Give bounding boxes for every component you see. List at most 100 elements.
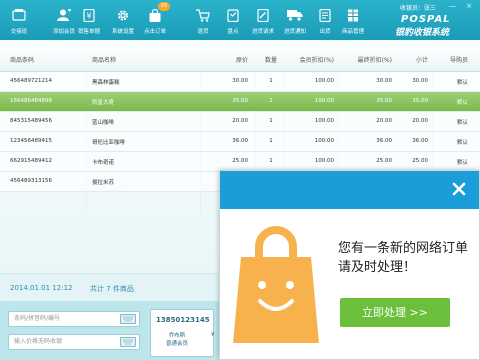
- cell-guide: 默认: [456, 100, 468, 106]
- brand-logo: POSPAL 银豹收银系统: [393, 14, 473, 38]
- cell-qty: 1: [269, 158, 273, 164]
- table-row[interactable]: 845315489456 蓝山咖啡 20.00 1 100.00 20.00 20.00 默认: [0, 112, 480, 132]
- cell-code: 156486484898: [10, 98, 52, 104]
- popup-header: [220, 171, 479, 209]
- order-total-count: 共计 7 件商品: [90, 285, 134, 293]
- cell-code: 123456489415: [10, 138, 52, 144]
- toolbar-item-label: 交接班: [10, 29, 28, 35]
- cashier-name: 收银员：张三: [399, 5, 436, 12]
- cell-discount: 30.00: [376, 78, 392, 84]
- product-manage-icon: [348, 9, 358, 22]
- minimize-button[interactable]: —: [449, 2, 456, 10]
- cell-code: 662915489412: [10, 158, 52, 164]
- close-icon[interactable]: [451, 181, 467, 197]
- member-name: 乔布斯: [168, 333, 186, 339]
- cell-member-price: 100.00: [314, 98, 334, 104]
- sales-receipt-icon: ¥: [83, 9, 95, 22]
- cell-qty: 1: [269, 138, 273, 144]
- cart-return-icon: [196, 9, 210, 22]
- cell-code: 456489313156: [10, 178, 52, 184]
- add-member-icon: [57, 9, 71, 21]
- toolbar-item-label: 商品管理: [341, 29, 364, 35]
- cell-subtotal: 36.00: [412, 138, 428, 144]
- cell-name: 凯星大奇: [92, 100, 115, 106]
- price-input-placeholder: 输入价格无码收银: [14, 338, 63, 345]
- toolbar-product-manage-button[interactable]: 商品管理: [338, 0, 368, 40]
- member-tag: 乔布斯 普通会员: [166, 332, 188, 348]
- table-row[interactable]: 156486484898 凯星大奇 35.00 1 100.00 35.00 35.00 默认: [0, 92, 480, 112]
- cell-member-price: 100.00: [314, 118, 334, 124]
- cell-price: 20.00: [232, 118, 248, 124]
- keyboard-icon[interactable]: [120, 314, 136, 324]
- cell-name: 卡布奇诺: [92, 160, 115, 166]
- stock-out-icon: [319, 9, 331, 22]
- shopping-bag-icon: [233, 226, 319, 343]
- cell-code: 456489721214: [10, 78, 52, 84]
- toolbar-sales-receipt-button[interactable]: ¥ 销售单据: [74, 0, 104, 40]
- cell-name: 哥伦比亚咖啡: [92, 140, 126, 146]
- order-datetime: 2014.01.01 12:12: [10, 284, 73, 292]
- table-row[interactable]: 123456489415 哥伦比亚咖啡 36.00 1 100.00 36.00 36.00…: [0, 132, 480, 152]
- header-subtotal: 小计: [415, 57, 428, 64]
- toolbar-item-label: 点击订单: [143, 29, 166, 35]
- cell-name: 蓝山咖啡: [92, 120, 115, 126]
- process-now-button[interactable]: 立即处理 >>: [340, 298, 450, 327]
- cell-name: 拔拉米苏: [92, 180, 115, 186]
- svg-text:¥: ¥: [86, 12, 91, 21]
- member-phone: 13850123145: [156, 316, 210, 324]
- yen-symbol: ¥: [211, 332, 215, 338]
- header-price: 原价: [235, 57, 248, 64]
- window-close-button[interactable]: ×: [466, 2, 472, 10]
- barcode-search-input[interactable]: 条码/拼音码/编号: [8, 311, 140, 327]
- cell-discount: 25.00: [376, 158, 392, 164]
- inventory-icon: [227, 9, 239, 22]
- top-toolbar: 交接班 添加会员 ¥ 销售单据 系统设置 99 点击订单 退货 盘点 进货请求 …: [0, 0, 480, 40]
- cell-price: 35.00: [232, 98, 248, 104]
- barcode-search-placeholder: 条码/拼音码/编号: [14, 315, 61, 322]
- handover-icon: [12, 9, 26, 21]
- cell-price: 36.00: [232, 138, 248, 144]
- cell-member-price: 100.00: [314, 78, 334, 84]
- table-row[interactable]: 456489721214 黑森林蛋糕 30.00 1 100.00 30.00 30.00 默…: [0, 72, 480, 92]
- cell-price: 30.00: [232, 78, 248, 84]
- cell-subtotal: 20.00: [412, 118, 428, 124]
- header-name: 商品名称: [92, 57, 117, 64]
- logo-chinese: 银豹收银系统: [395, 28, 450, 38]
- cell-member-price: 100.00: [314, 138, 334, 144]
- table-row[interactable]: 662915489412 卡布奇诺 25.00 1 100.00 25.00 25.00 默认: [0, 152, 480, 172]
- cell-name: 黑森林蛋糕: [92, 80, 120, 86]
- cell-price: 25.00: [232, 158, 248, 164]
- cell-qty: 1: [269, 98, 273, 104]
- cell-guide: 默认: [456, 160, 468, 166]
- order-count-badge: 99: [158, 2, 170, 11]
- toolbar-handover-button[interactable]: 交接班: [4, 0, 34, 40]
- cell-subtotal: 30.00: [412, 78, 428, 84]
- cell-discount: 36.00: [376, 138, 392, 144]
- cell-subtotal: 25.00: [412, 158, 428, 164]
- cell-code: 845315489456: [10, 118, 52, 124]
- toolbar-online-order-button[interactable]: 99 点击订单: [140, 0, 170, 40]
- truck-icon: [287, 10, 303, 21]
- cell-qty: 1: [269, 118, 273, 124]
- cell-qty: 1: [269, 78, 273, 84]
- price-input[interactable]: 输入价格无码收银: [8, 334, 140, 350]
- member-level: 普通会员: [166, 341, 189, 347]
- cell-guide: 默认: [456, 140, 468, 146]
- popup-message: 您有一条新的网络订单请及时处理！: [338, 241, 469, 275]
- new-order-popup: 您有一条新的网络订单请及时处理！ 立即处理 >>: [219, 170, 480, 360]
- cell-discount: 20.00: [376, 118, 392, 124]
- cell-guide: 默认: [456, 120, 468, 126]
- keyboard-icon[interactable]: [120, 337, 136, 347]
- member-info-panel[interactable]: 13850123145 乔布斯普通会员 ¥: [150, 309, 215, 357]
- purchase-request-icon: [257, 9, 269, 22]
- cell-subtotal: 35.00: [412, 98, 428, 104]
- cell-guide: 默认: [456, 80, 468, 86]
- header-guide: 导购员: [449, 57, 468, 64]
- table-header: 商品条码 商品名称 原价 数量 会员折扣(%) 最终折扣(%) 小计 导购员: [0, 48, 480, 72]
- header-member-price: 会员折扣(%): [299, 57, 334, 64]
- cell-member-price: 100.00: [314, 158, 334, 164]
- bag-icon: [149, 9, 161, 22]
- gear-icon: [118, 10, 128, 21]
- header-discount: 最终折扣(%): [357, 57, 392, 64]
- header-qty: 数量: [264, 57, 277, 64]
